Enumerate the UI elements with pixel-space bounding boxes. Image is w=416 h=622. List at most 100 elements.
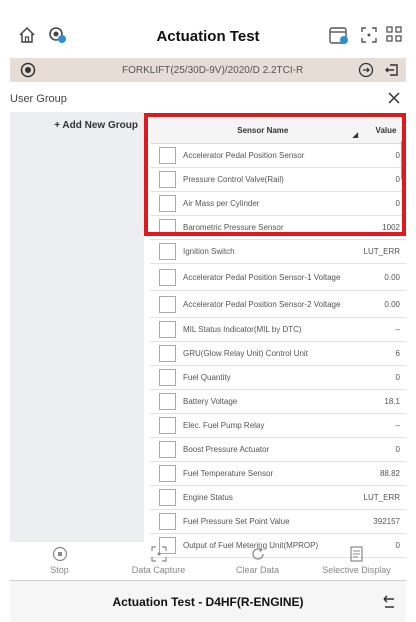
sensor-name: Fuel Temperature Sensor	[183, 469, 274, 478]
sensor-value: 1002	[382, 223, 400, 232]
grid-menu-icon[interactable]	[386, 26, 402, 42]
table-row[interactable]: Fuel Pressure Set Point Value 392157	[150, 510, 406, 534]
sensor-value: 0.00	[384, 272, 400, 282]
user-group-label: User Group	[10, 93, 67, 105]
exit-icon[interactable]	[384, 62, 400, 78]
selective-display-button[interactable]: Selective Display	[307, 546, 406, 580]
clear-data-button[interactable]: Clear Data	[208, 546, 307, 580]
clear-data-label: Clear Data	[235, 565, 280, 575]
top-bar: Actuation Test	[10, 14, 406, 58]
row-checkbox[interactable]	[159, 243, 176, 260]
row-checkbox[interactable]	[159, 321, 176, 338]
sensor-value: 0.00	[384, 299, 400, 309]
row-checkbox[interactable]	[159, 147, 176, 164]
sensor-value: 88.82	[379, 469, 400, 478]
sensor-value: 0	[395, 175, 400, 184]
table-row[interactable]: Accelerator Pedal Position Sensor-1 Volt…	[150, 264, 406, 291]
sensor-value: 392157	[373, 517, 400, 526]
sensor-name: Barometric Pressure Sensor	[183, 223, 284, 232]
bottom-toolbar: Stop Data Capture Clear Data Selective D…	[10, 546, 406, 580]
vehicle-settings-icon[interactable]	[46, 24, 68, 46]
sensor-name: GRU(Glow Relay Unit) Control Unit	[183, 349, 308, 358]
data-capture-button[interactable]: Data Capture	[109, 546, 208, 580]
row-checkbox[interactable]	[159, 393, 176, 410]
sensor-name: Battery Voltage	[183, 397, 238, 406]
sensor-name: Boost Pressure Actuator	[183, 445, 270, 454]
table-row[interactable]: GRU(Glow Relay Unit) Control Unit 6	[150, 342, 406, 366]
table-row[interactable]: Fuel Temperature Sensor 88.82	[150, 462, 406, 486]
table-row[interactable]: MIL Status Indicator(MIL by DTC) –	[150, 318, 406, 342]
calendar-icon[interactable]	[328, 24, 350, 46]
footer-bar: Actuation Test - D4HF(R-ENGINE)	[10, 580, 406, 622]
table-row[interactable]: Ignition Switch LUT_ERR	[150, 240, 406, 264]
sensor-name: Air Mass per Cylinder	[183, 199, 260, 208]
row-checkbox[interactable]	[159, 441, 176, 458]
user-group-bar: User Group	[10, 86, 406, 112]
stop-icon	[52, 546, 67, 562]
row-checkbox[interactable]	[159, 489, 176, 506]
vehicle-label: FORKLIFT(25/30D-9V)/2020/D 2.2TCI-R	[122, 65, 304, 76]
row-checkbox[interactable]	[159, 195, 176, 212]
sensor-name: Accelerator Pedal Position Sensor	[183, 151, 305, 160]
vehicle-bar: FORKLIFT(25/30D-9V)/2020/D 2.2TCI-R	[10, 58, 406, 82]
selective-display-label: Selective Display	[322, 565, 391, 575]
table-row[interactable]: Accelerator Pedal Position Sensor-2 Volt…	[150, 291, 406, 318]
row-checkbox[interactable]	[159, 465, 176, 482]
table-row[interactable]: Battery Voltage 18.1	[150, 390, 406, 414]
sensor-value: 18.1	[384, 397, 400, 406]
sensor-value: –	[395, 421, 400, 430]
row-checkbox[interactable]	[159, 345, 176, 362]
sensor-name: Elec. Fuel Pump Relay	[183, 421, 265, 430]
sort-icon[interactable]: ◢	[353, 131, 358, 139]
row-checkbox[interactable]	[159, 513, 176, 530]
row-checkbox[interactable]	[159, 268, 176, 286]
table-row[interactable]: Fuel Quantity 0	[150, 366, 406, 390]
back-icon[interactable]	[382, 595, 396, 609]
engine-icon	[20, 62, 36, 78]
row-checkbox[interactable]	[159, 171, 176, 188]
capture-icon	[150, 546, 167, 562]
sensor-value: LUT_ERR	[363, 493, 400, 502]
column-header-sensor-name[interactable]: Sensor Name	[183, 126, 353, 135]
sensor-value: 0	[395, 445, 400, 454]
data-capture-label: Data Capture	[131, 565, 186, 575]
close-icon[interactable]	[388, 92, 400, 104]
refresh-icon	[251, 547, 264, 560]
sensor-name: Accelerator Pedal Position Sensor-1 Volt…	[183, 272, 341, 282]
fullscreen-icon[interactable]	[360, 26, 378, 44]
table-scrollbar[interactable]	[401, 140, 405, 180]
sensor-value: 0	[395, 373, 400, 382]
vehicle-connect-icon[interactable]	[358, 62, 374, 78]
sensor-value: 0	[395, 151, 400, 160]
sensor-value: LUT_ERR	[363, 247, 400, 256]
footer-title: Actuation Test - D4HF(R-ENGINE)	[112, 594, 304, 609]
table-row[interactable]: Accelerator Pedal Position Sensor 0	[150, 144, 406, 168]
sensor-value: 0	[395, 199, 400, 208]
sensor-value: 6	[395, 349, 400, 358]
table-body: Accelerator Pedal Position Sensor 0 Pressu…	[150, 144, 406, 558]
stop-label: Stop	[50, 565, 69, 575]
sensor-value: –	[395, 325, 400, 334]
sensor-name: Pressure Control Valve(Rail)	[183, 175, 284, 184]
row-checkbox[interactable]	[159, 417, 176, 434]
table-row[interactable]: Air Mass per Cylinder 0	[150, 192, 406, 216]
sensor-name: Engine Status	[183, 493, 233, 502]
document-list-icon	[349, 546, 363, 562]
table-row[interactable]: Elec. Fuel Pump Relay –	[150, 414, 406, 438]
column-header-value: Value	[375, 126, 397, 135]
sensor-table: Sensor Name ◢ Value Accelerator Pedal Po…	[150, 118, 406, 558]
table-row[interactable]: Barometric Pressure Sensor 1002	[150, 216, 406, 240]
row-checkbox[interactable]	[159, 219, 176, 236]
row-checkbox[interactable]	[159, 369, 176, 386]
table-header: Sensor Name ◢ Value	[150, 118, 406, 144]
table-row[interactable]: Boost Pressure Actuator 0	[150, 438, 406, 462]
group-sidebar: + Add New Group	[10, 112, 144, 542]
home-icon[interactable]	[18, 26, 36, 44]
table-row[interactable]: Engine Status LUT_ERR	[150, 486, 406, 510]
sensor-name: Accelerator Pedal Position Sensor-2 Volt…	[183, 299, 341, 309]
row-checkbox[interactable]	[159, 295, 176, 313]
table-row[interactable]: Pressure Control Valve(Rail) 0	[150, 168, 406, 192]
add-new-group-button[interactable]: + Add New Group	[10, 120, 144, 131]
sensor-name: Fuel Pressure Set Point Value	[183, 517, 290, 526]
stop-button[interactable]: Stop	[10, 546, 109, 580]
